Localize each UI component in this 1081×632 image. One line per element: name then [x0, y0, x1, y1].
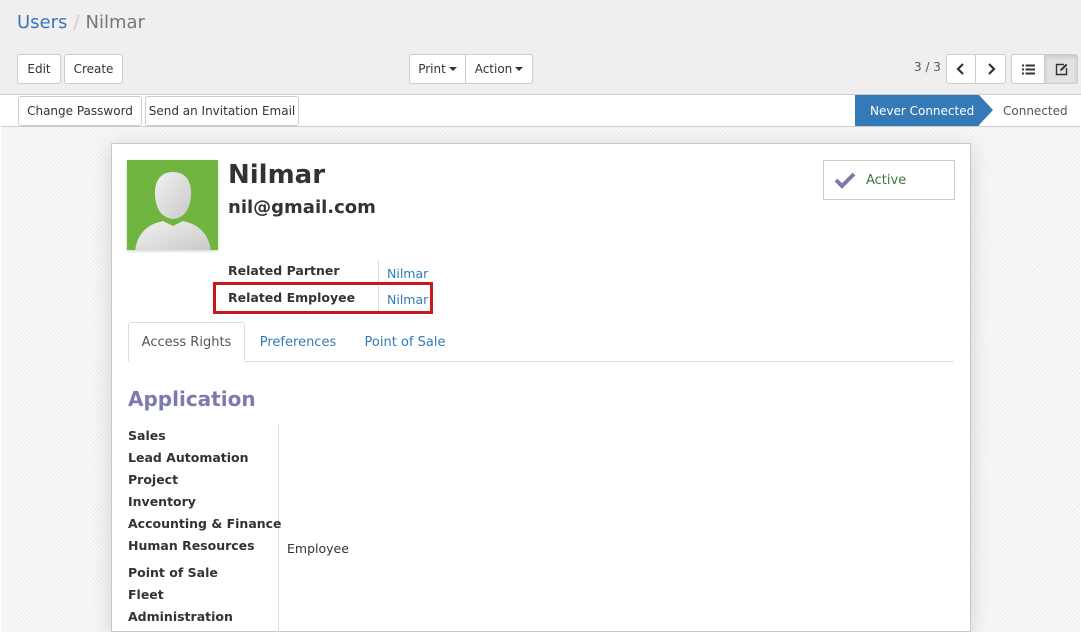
edit-icon	[1055, 63, 1067, 75]
application-row-label: Project	[128, 472, 179, 487]
tab-point-of-sale[interactable]: Point of Sale	[352, 322, 458, 362]
action-dropdown-button[interactable]: Action	[466, 54, 533, 84]
application-section-title: Application	[128, 387, 256, 411]
tab-access-rights[interactable]: Access Rights	[128, 322, 245, 362]
tab-preferences[interactable]: Preferences	[248, 322, 348, 362]
highlight-annotation-box	[213, 282, 433, 314]
change-password-button[interactable]: Change Password	[18, 96, 142, 126]
list-view-button[interactable]	[1011, 54, 1045, 84]
related-partner-link[interactable]: Nilmar	[387, 266, 428, 281]
human-resources-value[interactable]: Employee	[287, 541, 349, 556]
print-label: Print	[418, 62, 446, 76]
breadcrumb: Users / Nilmar	[17, 12, 145, 33]
avatar[interactable]	[127, 160, 218, 250]
control-panel: Users / Nilmar Edit Create Print Action 3 …	[0, 0, 1081, 95]
caret-down-icon	[448, 67, 457, 71]
breadcrumb-separator: /	[73, 12, 80, 33]
user-name: Nilmar	[228, 160, 326, 190]
breadcrumb-current: Nilmar	[85, 12, 145, 33]
application-row-label: Administration	[128, 609, 233, 624]
edit-button[interactable]: Edit	[17, 54, 61, 84]
check-icon	[834, 172, 856, 189]
application-row-label: Human Resources	[128, 538, 255, 553]
related-partner-label: Related Partner	[228, 263, 340, 278]
application-row-label: Accounting & Finance	[128, 516, 282, 531]
pager-value[interactable]: 3 / 3	[914, 60, 941, 74]
user-placeholder-icon	[135, 172, 211, 250]
application-row-label: Inventory	[128, 494, 196, 509]
create-button[interactable]: Create	[64, 54, 123, 84]
form-view-button[interactable]	[1045, 54, 1078, 84]
statusbar: Change Password Send an Invitation Email…	[1, 95, 1080, 127]
active-label: Active	[866, 172, 907, 188]
stage-connected[interactable]: Connected	[991, 95, 1079, 126]
application-row-label: Point of Sale	[128, 565, 218, 580]
chevron-left-icon	[956, 63, 964, 75]
pager-next-button[interactable]	[976, 54, 1006, 84]
action-label: Action	[474, 62, 513, 76]
application-row-label: Lead Automation	[128, 450, 249, 465]
caret-down-icon	[515, 67, 524, 71]
field-divider	[378, 260, 379, 284]
application-row-label: Sales	[128, 428, 166, 443]
print-dropdown-button[interactable]: Print	[409, 54, 466, 84]
breadcrumb-users-link[interactable]: Users	[17, 12, 67, 33]
send-invitation-email-button[interactable]: Send an Invitation Email	[145, 96, 299, 126]
application-row-label: Fleet	[128, 587, 164, 602]
active-toggle-button[interactable]: Active	[823, 160, 955, 200]
list-icon	[1021, 64, 1035, 74]
chevron-right-icon	[987, 63, 996, 75]
pager-previous-button[interactable]	[946, 54, 976, 84]
user-email: nil@gmail.com	[228, 197, 376, 218]
stage-never-connected[interactable]: Never Connected	[855, 95, 993, 126]
